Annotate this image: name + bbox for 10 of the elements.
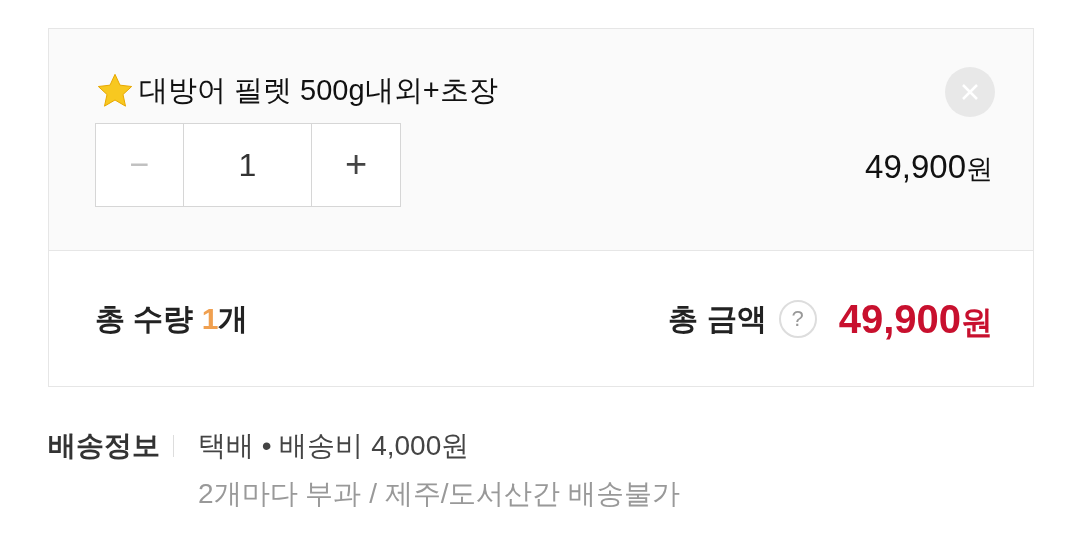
delivery-note: 2개마다 부과 / 제주/도서산간 배송불가 <box>198 477 681 511</box>
increase-button[interactable]: + <box>311 122 401 207</box>
total-quantity: 총 수량 1개 <box>95 301 249 337</box>
total-amount: 49,900원 <box>838 295 993 343</box>
delivery-label: 배송정보 <box>48 429 161 463</box>
total-amount-label: 총 금액 <box>668 301 767 337</box>
option-title: 대방어 필렛 500g내외+초장 <box>139 73 498 108</box>
quantity-field[interactable]: 1 <box>184 122 311 207</box>
option-price: 49,900원 <box>865 146 993 187</box>
delivery-method: 택배 • 배송비 4,000원 <box>198 429 471 463</box>
